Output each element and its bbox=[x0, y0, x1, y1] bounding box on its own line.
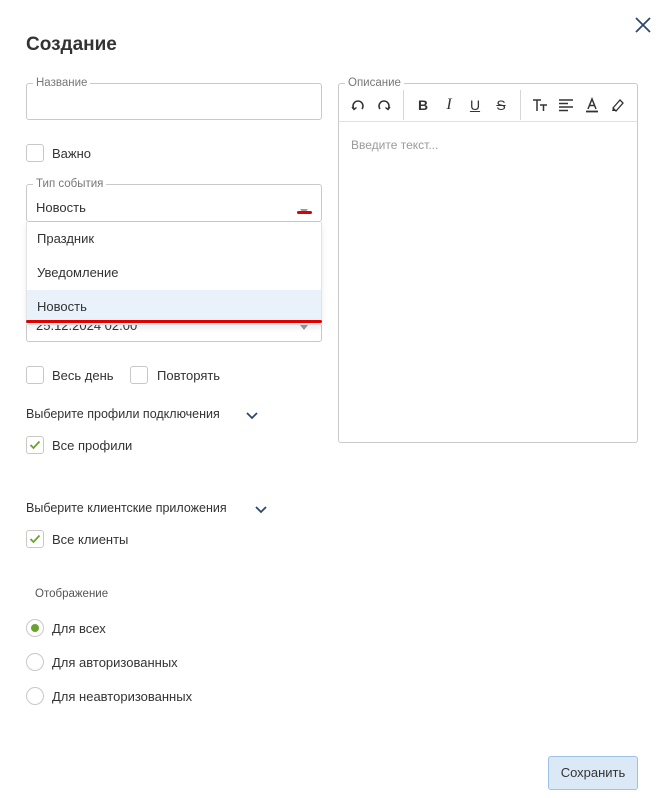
description-placeholder[interactable]: Введите текст... bbox=[351, 138, 438, 152]
red-underline-annotation bbox=[26, 320, 322, 323]
check-icon bbox=[29, 534, 41, 544]
event-type-select[interactable]: Тип события Новость bbox=[26, 178, 322, 222]
all-day-label: Весь день bbox=[52, 368, 114, 383]
highlight-icon[interactable] bbox=[605, 92, 631, 118]
radio-for-unauthorized[interactable] bbox=[26, 687, 44, 705]
red-annotation-mark bbox=[297, 211, 312, 214]
profiles-chevron-down-icon[interactable] bbox=[245, 408, 259, 426]
important-label: Важно bbox=[52, 146, 92, 161]
italic-icon[interactable]: I bbox=[436, 92, 462, 118]
bold-icon[interactable]: B bbox=[410, 92, 436, 118]
radio-for-unauthorized-label: Для неавторизованных bbox=[52, 689, 193, 704]
clients-label[interactable]: Выберите клиентские приложения bbox=[26, 501, 227, 515]
editor-toolbar: B I U S bbox=[339, 88, 637, 122]
underline-icon[interactable]: U bbox=[462, 92, 488, 118]
radio-for-authorized-label: Для авторизованных bbox=[52, 655, 178, 670]
name-field[interactable]: Название bbox=[26, 77, 322, 120]
undo-icon[interactable] bbox=[345, 92, 371, 118]
option-notification[interactable]: Уведомление bbox=[27, 256, 321, 290]
profiles-label[interactable]: Выберите профили подключения bbox=[26, 407, 220, 421]
all-clients-label: Все клиенты bbox=[52, 532, 129, 547]
font-color-icon[interactable] bbox=[579, 92, 605, 118]
close-icon[interactable] bbox=[632, 14, 654, 36]
event-type-value: Новость bbox=[36, 200, 86, 215]
all-clients-checkbox[interactable] bbox=[26, 530, 44, 548]
name-field-legend: Название bbox=[36, 77, 88, 89]
clients-chevron-down-icon[interactable] bbox=[254, 502, 268, 520]
description-editor: Описание B I U S Введите текст... bbox=[338, 77, 638, 443]
repeat-label: Повторять bbox=[157, 368, 221, 383]
dialog-title: Создание bbox=[26, 34, 117, 55]
save-button[interactable]: Сохранить bbox=[548, 756, 638, 790]
description-legend: Описание bbox=[348, 77, 401, 89]
all-day-checkbox[interactable] bbox=[26, 366, 44, 384]
all-profiles-checkbox[interactable] bbox=[26, 436, 44, 454]
font-size-icon[interactable] bbox=[527, 92, 553, 118]
radio-for-authorized[interactable] bbox=[26, 653, 44, 671]
redo-icon[interactable] bbox=[371, 92, 397, 118]
repeat-checkbox[interactable] bbox=[130, 366, 148, 384]
align-left-icon[interactable] bbox=[553, 92, 579, 118]
event-type-dropdown: Праздник Уведомление Новость bbox=[26, 222, 322, 325]
event-type-legend: Тип события bbox=[36, 178, 104, 190]
option-holiday[interactable]: Праздник bbox=[27, 222, 321, 256]
option-news[interactable]: Новость bbox=[27, 290, 321, 324]
all-profiles-label: Все профили bbox=[52, 438, 133, 453]
radio-for-all[interactable] bbox=[26, 619, 44, 637]
check-icon bbox=[29, 440, 41, 450]
strikethrough-icon[interactable]: S bbox=[488, 92, 514, 118]
important-checkbox[interactable] bbox=[26, 144, 44, 162]
radio-for-all-label: Для всех bbox=[52, 621, 106, 636]
display-label: Отображение bbox=[35, 588, 109, 600]
toolbar-separator bbox=[520, 89, 521, 120]
toolbar-separator bbox=[403, 89, 404, 120]
